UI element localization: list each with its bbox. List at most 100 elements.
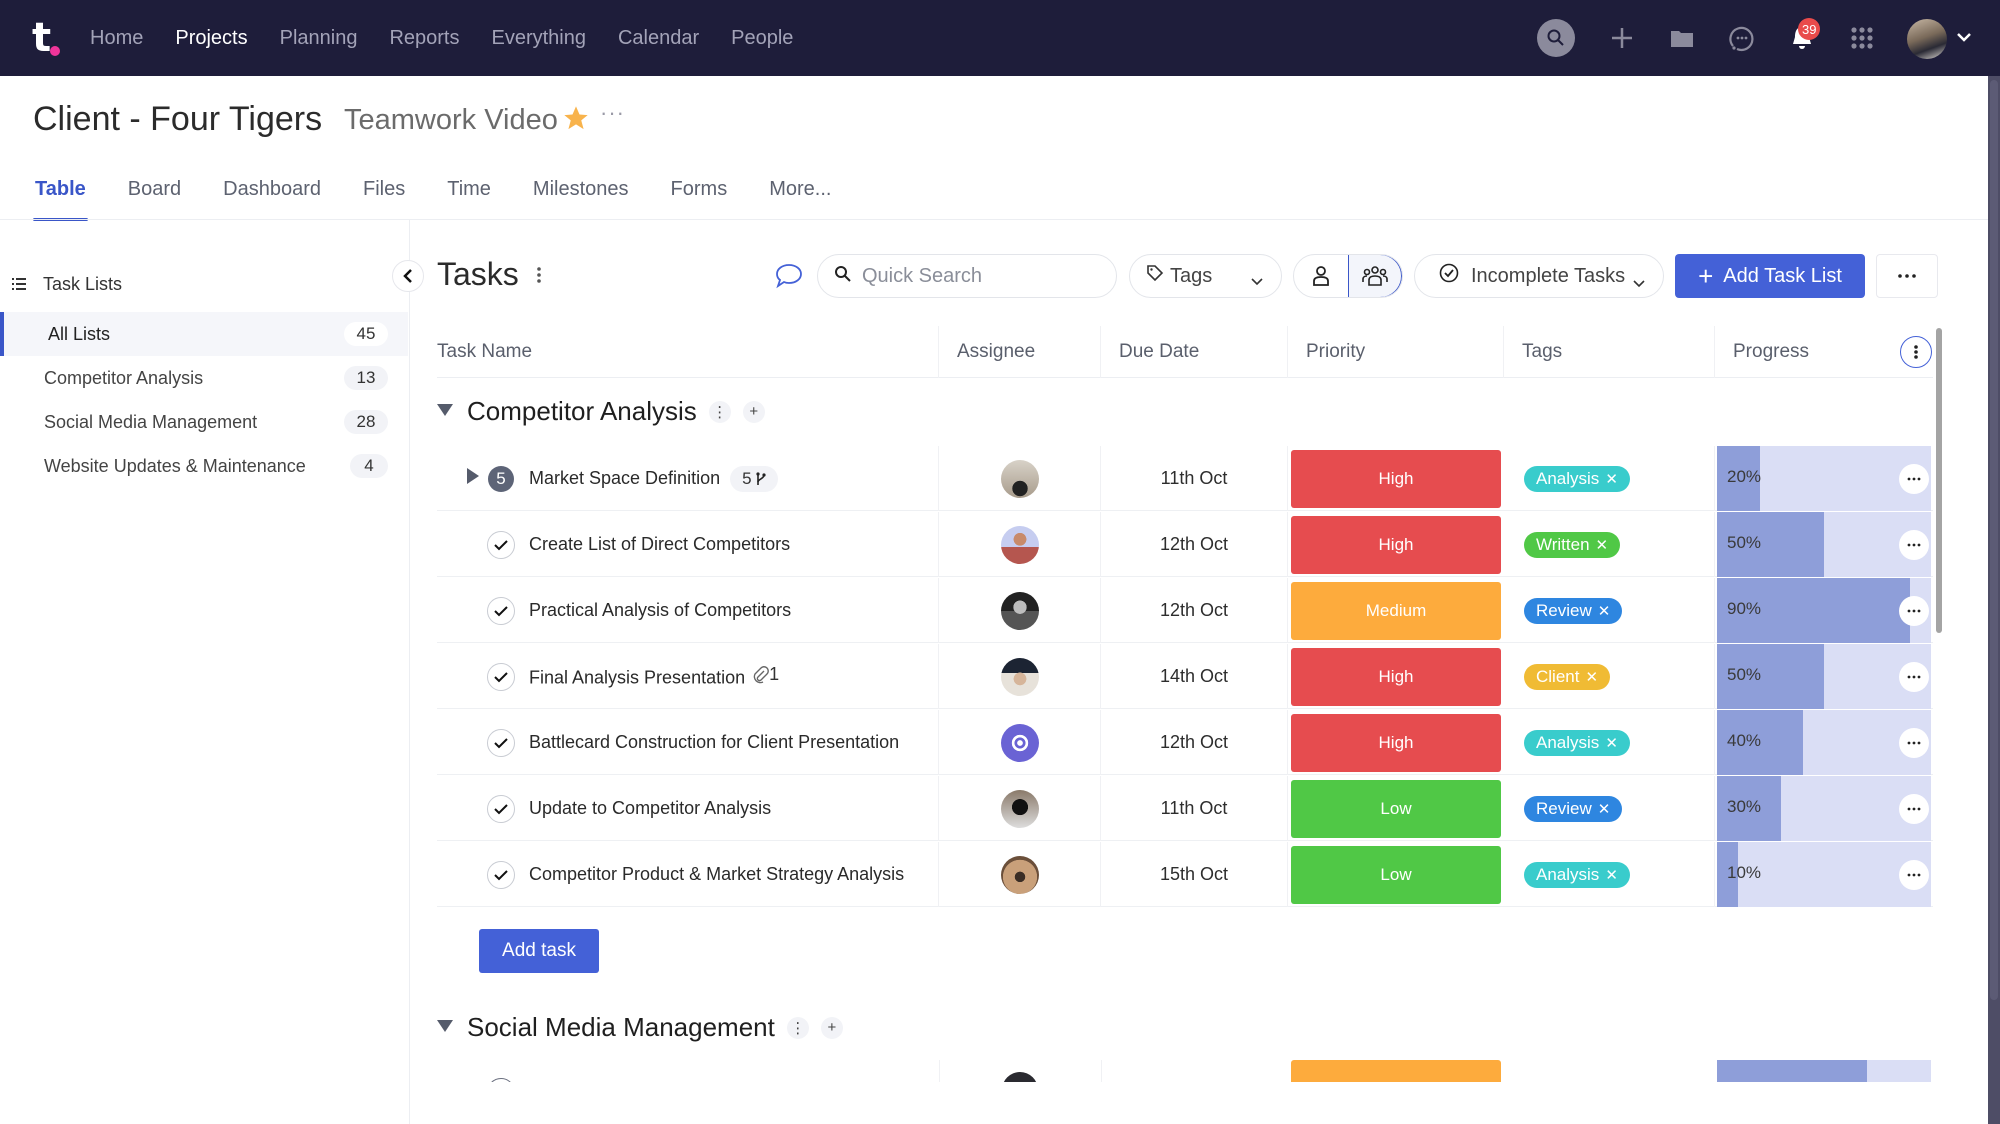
task-name[interactable]: Create List of Direct Competitors [529, 534, 790, 555]
priority-block[interactable]: High [1291, 449, 1501, 508]
remove-tag-icon[interactable]: ✕ [1598, 602, 1611, 620]
assignee-avatar[interactable] [1000, 459, 1039, 498]
due-date-cell[interactable]: 15th Oct [1101, 842, 1288, 907]
nav-everything[interactable]: Everything [491, 27, 586, 50]
row-options-button[interactable] [1899, 794, 1929, 824]
assignee-avatar[interactable] [1000, 855, 1039, 894]
nav-people[interactable]: People [731, 27, 793, 50]
assignee-avatar[interactable] [1000, 591, 1039, 630]
priority-block[interactable] [1291, 1060, 1501, 1082]
teamwork-logo[interactable]: t [30, 18, 66, 58]
column-options-button[interactable] [1900, 336, 1932, 368]
row-options-button[interactable] [1899, 662, 1929, 692]
assignee-avatar[interactable] [1000, 657, 1039, 696]
task-name[interactable]: Practical Analysis of Competitors [529, 600, 791, 621]
task-status-filter[interactable]: Incomplete Tasks [1414, 254, 1664, 298]
group-options-button[interactable]: ⋮ [786, 1016, 809, 1039]
complete-checkbox[interactable] [487, 662, 515, 691]
subtasks-pill[interactable]: 5 [730, 465, 779, 492]
column-assignee[interactable]: Assignee [939, 326, 1101, 378]
due-date-cell[interactable]: 11th Oct [1101, 446, 1288, 511]
row-options-button[interactable] [1899, 530, 1929, 560]
my-tasks-toggle[interactable] [1294, 255, 1348, 297]
tab-files[interactable]: Files [361, 178, 407, 220]
progress-track[interactable] [1717, 1060, 1931, 1082]
column-task-name[interactable]: Task Name [437, 326, 939, 378]
assignee-avatar[interactable] [1000, 789, 1039, 828]
task-name[interactable]: Update to Competitor Analysis [529, 798, 771, 819]
tag-chip[interactable]: Review ✕ [1524, 597, 1623, 624]
sidebar-item-all-lists[interactable]: All Lists 45 [0, 312, 408, 356]
apps-grid-icon[interactable] [1843, 19, 1881, 57]
column-due-date[interactable]: Due Date [1101, 326, 1288, 378]
nav-home[interactable]: Home [90, 27, 143, 50]
priority-block[interactable]: Low [1291, 845, 1501, 904]
row-options-button[interactable] [1899, 728, 1929, 758]
nav-calendar[interactable]: Calendar [618, 27, 699, 50]
due-date-cell[interactable]: 12th Oct [1101, 710, 1288, 775]
row-options-button[interactable] [1899, 464, 1929, 494]
kebab-icon[interactable] [536, 266, 542, 289]
caret-down-icon[interactable] [437, 1019, 453, 1037]
priority-block[interactable]: Medium [1291, 581, 1501, 640]
column-priority[interactable]: Priority [1288, 326, 1504, 378]
group-add-button[interactable]: + [820, 1016, 843, 1039]
chevron-down-icon[interactable] [1956, 30, 1972, 48]
column-tags[interactable]: Tags [1504, 326, 1715, 378]
task-name[interactable]: Competitor Product & Market Strategy Ana… [529, 864, 904, 885]
tab-dashboard[interactable]: Dashboard [221, 178, 323, 220]
folder-icon[interactable] [1663, 19, 1701, 57]
due-date-cell[interactable]: 14th Oct [1101, 644, 1288, 709]
tags-filter-dropdown[interactable]: Tags [1129, 254, 1282, 298]
chat-icon[interactable] [1723, 19, 1761, 57]
due-date-cell[interactable]: 12th Oct [1101, 512, 1288, 577]
nav-planning[interactable]: Planning [280, 27, 358, 50]
complete-checkbox[interactable] [487, 794, 515, 823]
tab-board[interactable]: Board [126, 178, 183, 220]
caret-down-icon[interactable] [437, 403, 453, 421]
project-options-button[interactable]: ··· [600, 100, 625, 126]
remove-tag-icon[interactable]: ✕ [1596, 536, 1609, 554]
tab-more[interactable]: More... [767, 178, 833, 220]
tag-chip[interactable]: Analysis ✕ [1524, 861, 1630, 888]
assignee-avatar[interactable] [1002, 1072, 1038, 1082]
group-add-button[interactable]: + [742, 400, 765, 423]
tab-table[interactable]: Table [33, 178, 88, 221]
add-task-list-button[interactable]: + Add Task List [1675, 254, 1865, 298]
company-name[interactable]: Teamwork Video [344, 104, 558, 137]
tab-time[interactable]: Time [445, 178, 493, 220]
tag-chip[interactable]: Written ✕ [1524, 531, 1621, 558]
tag-chip[interactable]: Analysis ✕ [1524, 729, 1630, 756]
sidebar-item-competitor-analysis[interactable]: Competitor Analysis 13 [0, 356, 408, 400]
remove-tag-icon[interactable]: ✕ [1598, 800, 1611, 818]
user-avatar[interactable] [1907, 19, 1947, 59]
priority-block[interactable]: High [1291, 515, 1501, 574]
task-name[interactable]: Final Analysis Presentation 1 [529, 664, 779, 689]
complete-checkbox[interactable] [487, 860, 515, 889]
group-title[interactable]: Competitor Analysis [467, 396, 697, 427]
quick-search[interactable] [817, 254, 1117, 298]
priority-block[interactable]: High [1291, 647, 1501, 706]
due-date-cell[interactable]: 11th Oct [1101, 776, 1288, 841]
complete-checkbox[interactable] [487, 596, 515, 625]
tag-chip[interactable]: Review ✕ [1524, 795, 1623, 822]
search-icon[interactable] [1537, 19, 1575, 57]
nav-projects[interactable]: Projects [175, 27, 247, 50]
star-icon[interactable] [562, 104, 590, 137]
group-options-button[interactable]: ⋮ [708, 400, 731, 423]
priority-block[interactable]: High [1291, 713, 1501, 772]
assignee-avatar[interactable] [1000, 525, 1039, 564]
attachment-indicator[interactable]: 1 [753, 664, 779, 685]
plus-icon[interactable] [1603, 19, 1641, 57]
complete-checkbox[interactable] [487, 728, 515, 757]
group-title[interactable]: Social Media Management [467, 1012, 775, 1043]
table-scrollbar[interactable] [1936, 328, 1942, 633]
due-date-cell[interactable]: 12th Oct [1101, 578, 1288, 643]
tab-forms[interactable]: Forms [669, 178, 730, 220]
everyone-tasks-toggle[interactable] [1347, 255, 1402, 297]
tag-chip[interactable]: Analysis ✕ [1524, 465, 1630, 492]
sidebar-item-website-updates[interactable]: Website Updates & Maintenance 4 [0, 444, 408, 488]
tag-chip[interactable]: Client ✕ [1524, 663, 1611, 690]
more-options-button[interactable] [1876, 254, 1938, 298]
collapse-sidebar-button[interactable] [392, 260, 424, 292]
